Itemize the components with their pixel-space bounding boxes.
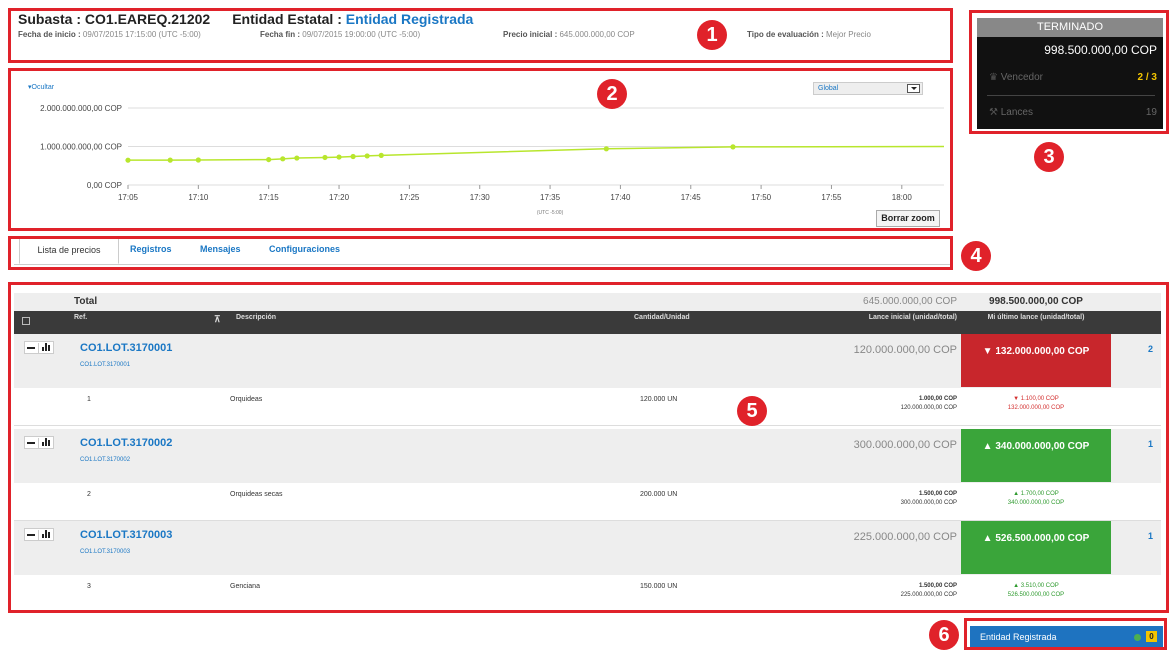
callout-number: 3 [1034,142,1064,172]
callout-frame-6 [964,618,1167,650]
callout-frame-4 [8,236,953,270]
callout-number: 1 [697,20,727,50]
callout-number: 4 [961,241,991,271]
callout-frame-3 [969,10,1169,134]
callout-number: 6 [929,620,959,650]
callout-frame-2 [8,68,953,231]
callout-frame-1 [8,8,953,63]
callout-frame-5 [8,282,1169,613]
callout-number: 2 [597,79,627,109]
callout-number: 5 [737,396,767,426]
